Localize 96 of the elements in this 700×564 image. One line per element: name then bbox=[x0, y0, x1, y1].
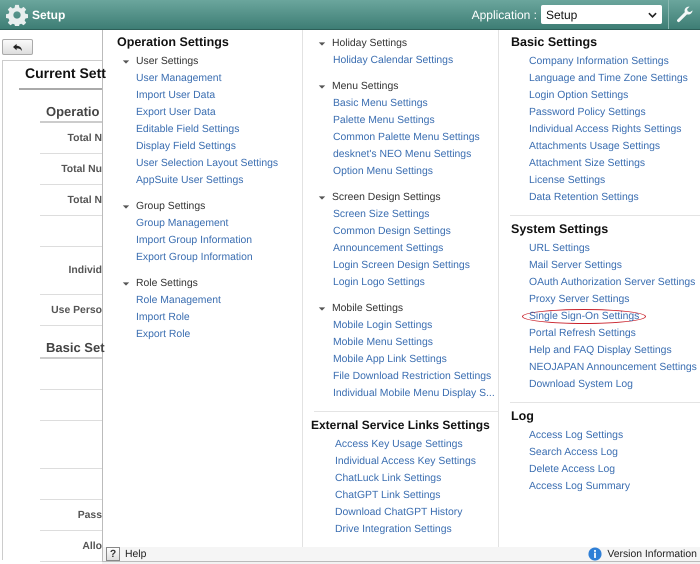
section-heading: Operatio bbox=[46, 104, 100, 119]
menu-link[interactable]: ChatGPT Link Settings bbox=[331, 488, 444, 503]
menu-link[interactable]: Download ChatGPT History bbox=[331, 505, 466, 520]
section-heading: System Settings bbox=[511, 222, 610, 238]
field-label: Pass bbox=[78, 510, 102, 520]
field-label: Total Nu bbox=[61, 164, 102, 174]
menu-link[interactable]: Attachments Usage Settings bbox=[525, 139, 664, 154]
menu-link[interactable]: Editable Field Settings bbox=[132, 122, 244, 137]
menu-link[interactable]: Access Key Usage Settings bbox=[331, 437, 467, 452]
menu-link[interactable]: Individual Mobile Menu Display S... bbox=[329, 386, 499, 401]
app-title: Setup bbox=[32, 8, 66, 22]
section-heading: External Service Links Settings bbox=[311, 418, 491, 434]
group-heading: Screen Design Settings bbox=[332, 192, 441, 203]
menu-link[interactable]: Login Logo Settings bbox=[329, 275, 429, 290]
menu-link[interactable]: Individual Access Key Settings bbox=[331, 454, 480, 469]
field-label: Allo bbox=[82, 540, 102, 552]
menu-link[interactable]: Proxy Server Settings bbox=[525, 292, 634, 307]
group-heading: User Settings bbox=[136, 56, 198, 67]
menu-link[interactable]: User Management bbox=[132, 71, 226, 86]
menu-link[interactable]: desknet's NEO Menu Settings bbox=[329, 147, 476, 162]
group-heading: Holiday Settings bbox=[332, 38, 408, 49]
section-heading: Basic Settings bbox=[511, 35, 598, 51]
section-heading: Basic Set bbox=[46, 340, 105, 355]
menu-link[interactable]: Access Log Summary bbox=[525, 479, 634, 494]
menu-link[interactable]: Group Management bbox=[132, 216, 232, 231]
menu-link[interactable]: Basic Menu Settings bbox=[329, 96, 432, 111]
menu-link[interactable]: NEOJAPAN Announcement Settings bbox=[525, 360, 700, 375]
menu-link[interactable]: Password Policy Settings bbox=[525, 105, 650, 120]
menu-link[interactable]: Single Sign-On Settings bbox=[522, 309, 646, 324]
wrench-icon[interactable] bbox=[674, 4, 694, 24]
menu-link[interactable]: Help and FAQ Display Settings bbox=[525, 343, 676, 358]
menu-link[interactable]: Export User Data bbox=[132, 105, 220, 120]
menu-link[interactable]: Import User Data bbox=[132, 88, 220, 103]
menu-link[interactable]: Company Information Settings bbox=[525, 54, 673, 69]
menu-link[interactable]: Language and Time Zone Settings bbox=[525, 71, 692, 86]
menu-link[interactable]: Import Group Information bbox=[132, 233, 256, 248]
field-label: Use Perso bbox=[51, 304, 102, 316]
menu-link[interactable]: AppSuite User Settings bbox=[132, 173, 248, 188]
field-label: Total N bbox=[68, 132, 102, 144]
menu-link[interactable]: Common Palette Menu Settings bbox=[329, 130, 484, 145]
collapse-triangle-icon[interactable] bbox=[318, 194, 326, 202]
menu-link[interactable]: OAuth Authorization Server Settings bbox=[525, 275, 700, 290]
menu-link[interactable]: Screen Size Settings bbox=[329, 207, 434, 222]
group-heading: Group Settings bbox=[136, 201, 206, 212]
menu-link[interactable]: Data Retention Settings bbox=[525, 190, 643, 205]
application-select[interactable]: Setup bbox=[541, 5, 662, 24]
menu-link[interactable]: URL Settings bbox=[525, 241, 594, 256]
menu-link[interactable]: Search Access Log bbox=[525, 445, 622, 460]
group-heading: Menu Settings bbox=[332, 81, 398, 92]
group-heading: Role Settings bbox=[136, 278, 198, 289]
menu-link[interactable]: Palette Menu Settings bbox=[329, 113, 439, 128]
collapse-triangle-icon[interactable] bbox=[122, 280, 130, 288]
menu-link[interactable]: Holiday Calendar Settings bbox=[329, 53, 458, 68]
menu-link[interactable]: Display Field Settings bbox=[132, 139, 240, 154]
menu-link[interactable]: Mobile App Link Settings bbox=[329, 352, 451, 367]
help-icon: ? bbox=[106, 547, 120, 561]
menu-link[interactable]: Export Role bbox=[132, 327, 194, 342]
section-heading: Log bbox=[511, 409, 535, 425]
back-arrow-icon bbox=[12, 42, 23, 52]
menu-link[interactable]: Delete Access Log bbox=[525, 462, 620, 477]
collapse-triangle-icon[interactable] bbox=[122, 58, 130, 66]
menu-link[interactable]: Import Role bbox=[132, 310, 194, 325]
version-information-link[interactable]: Version Information bbox=[588, 547, 697, 561]
menu-link[interactable]: Download System Log bbox=[525, 377, 637, 392]
menu-link[interactable]: Option Menu Settings bbox=[329, 164, 437, 179]
collapse-triangle-icon[interactable] bbox=[318, 82, 326, 90]
menu-link[interactable]: Common Design Settings bbox=[329, 224, 455, 239]
menu-link[interactable]: Export Group Information bbox=[132, 250, 257, 265]
gear-icon bbox=[6, 4, 28, 26]
field-label: Total N bbox=[68, 194, 102, 206]
section-heading: Operation Settings bbox=[117, 35, 230, 51]
application-label: Application : bbox=[472, 8, 537, 22]
field-label: Individ bbox=[68, 265, 102, 276]
menu-link[interactable]: File Download Restriction Settings bbox=[329, 369, 496, 384]
menu-link[interactable]: Role Management bbox=[132, 293, 225, 308]
menu-link[interactable]: ChatLuck Link Settings bbox=[331, 471, 446, 486]
group-heading: Mobile Settings bbox=[332, 303, 404, 314]
menu-link[interactable]: Portal Refresh Settings bbox=[525, 326, 640, 341]
menu-link[interactable]: Attachment Size Settings bbox=[525, 156, 650, 171]
menu-link[interactable]: Mobile Menu Settings bbox=[329, 335, 437, 350]
menu-link[interactable]: Drive Integration Settings bbox=[331, 522, 456, 537]
menu-link[interactable]: Mail Server Settings bbox=[525, 258, 626, 273]
menu-link[interactable]: Login Screen Design Settings bbox=[329, 258, 474, 273]
help-link[interactable]: ? Help bbox=[106, 547, 146, 561]
collapse-triangle-icon[interactable] bbox=[318, 40, 326, 48]
menu-link[interactable]: Announcement Settings bbox=[329, 241, 448, 256]
menu-link[interactable]: License Settings bbox=[525, 173, 610, 188]
back-button[interactable] bbox=[2, 39, 33, 55]
collapse-triangle-icon[interactable] bbox=[122, 202, 130, 210]
menu-link[interactable]: Mobile Login Settings bbox=[329, 318, 436, 333]
menu-link[interactable]: User Selection Layout Settings bbox=[132, 156, 282, 171]
menu-link[interactable]: Access Log Settings bbox=[525, 428, 628, 443]
chevron-down-icon bbox=[648, 12, 657, 18]
collapse-triangle-icon[interactable] bbox=[318, 304, 326, 312]
menu-link[interactable]: Individual Access Rights Settings bbox=[525, 122, 686, 137]
menu-link[interactable]: Login Option Settings bbox=[525, 88, 632, 103]
